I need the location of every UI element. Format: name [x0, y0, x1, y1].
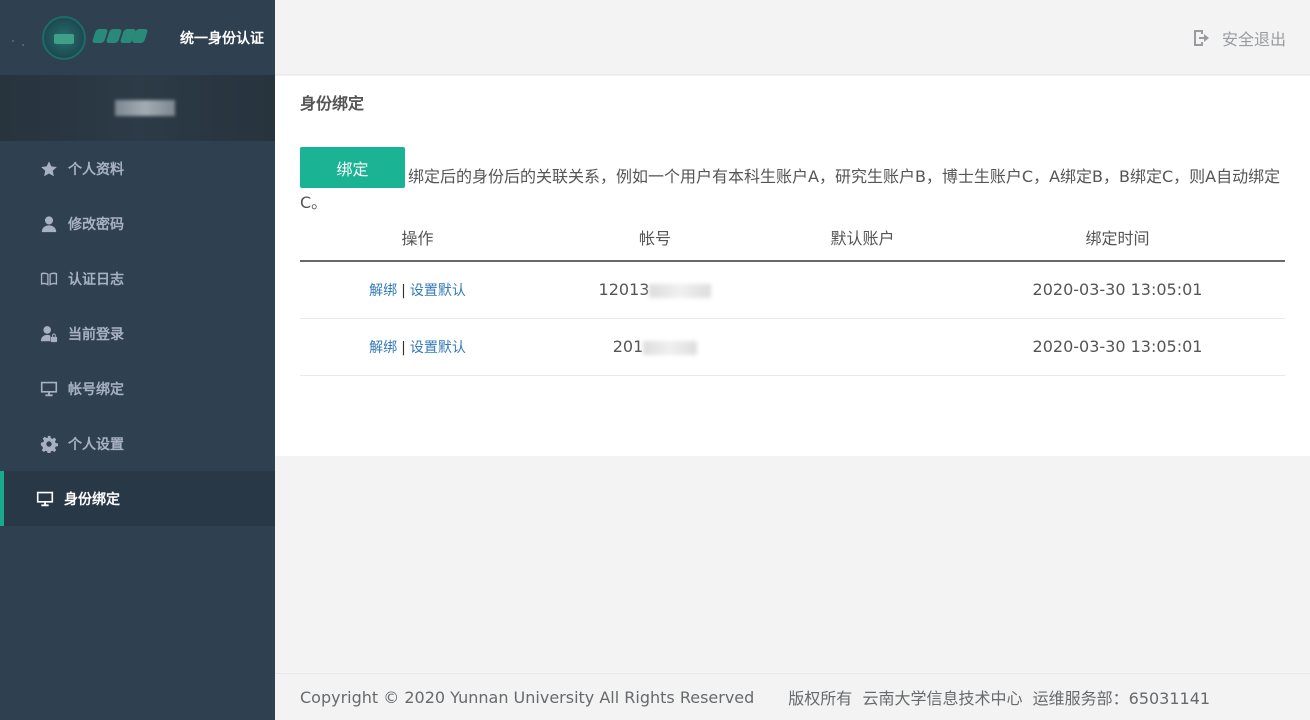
action-separator: |: [401, 339, 406, 356]
table-row: 解绑 | 设置默认 12013 2020-03-30 13:05:01: [300, 261, 1285, 319]
column-header-account: 帐号: [535, 213, 775, 262]
row-account: 12013: [535, 261, 775, 319]
table-row: 解绑 | 设置默认 201 2020-03-30 13:05:01: [300, 318, 1285, 376]
row-default-account: [775, 318, 950, 376]
university-seal-icon: [42, 15, 86, 60]
user-lock-icon: [40, 325, 58, 343]
sidebar-item-account-binding[interactable]: 帐号绑定: [0, 361, 275, 416]
sidebar-item-auth-log[interactable]: 认证日志: [0, 251, 275, 306]
footer-owner: 版权所有 云南大学信息技术中心 运维服务部：65031141: [788, 689, 1211, 708]
sidebar-nav: 个人资料 修改密码 认证日志 当前登录 帐号绑定 个人设置 身份绑定: [0, 141, 275, 526]
monitor-icon: [36, 490, 54, 508]
action-separator: |: [401, 282, 406, 299]
sidebar-item-label: 认证日志: [68, 271, 124, 288]
unbind-link[interactable]: 解绑: [369, 283, 397, 299]
sidebar-item-current-login[interactable]: 当前登录: [0, 306, 275, 361]
profile-name-redacted: [115, 100, 175, 116]
row-actions: 解绑 | 设置默认: [300, 318, 535, 376]
university-script-logo: [91, 27, 149, 49]
row-default-account: [775, 261, 950, 319]
sidebar-item-identity-binding[interactable]: 身份绑定: [0, 471, 275, 526]
column-header-bind-time: 绑定时间: [950, 213, 1285, 262]
logout-label: 安全退出: [1221, 30, 1286, 49]
account-redacted: [649, 283, 712, 298]
book-icon: [40, 270, 58, 288]
account-visible-part: 12013: [598, 280, 650, 300]
sidebar-item-personal-settings[interactable]: 个人设置: [0, 416, 275, 471]
identity-binding-panel: 身份绑定 绑定后的身份后的关联关系，例如一个用户有本科生账户A，研究生账户B，博…: [275, 76, 1310, 456]
account-visible-part: 201: [612, 337, 644, 356]
sidebar-header: 统一身份认证: [0, 0, 275, 75]
system-title: 统一身份认证: [180, 30, 264, 47]
set-default-link[interactable]: 设置默认: [410, 283, 466, 299]
bind-row: 绑定后的身份后的关联关系，例如一个用户有本科生账户A，研究生账户B，博士生账户C…: [300, 147, 1285, 217]
logout-button[interactable]: 安全退出: [1192, 26, 1286, 50]
set-default-link[interactable]: 设置默认: [410, 340, 466, 356]
row-actions: 解绑 | 设置默认: [300, 261, 535, 319]
row-bind-time: 2020-03-30 13:05:01: [950, 318, 1285, 376]
user-icon: [40, 215, 58, 233]
sidebar-item-label: 当前登录: [68, 326, 124, 343]
sidebar: 统一身份认证 个人资料 修改密码 认证日志 当前登录 帐号绑定 个人设置 身份绑…: [0, 0, 275, 720]
table-header-row: 操作 帐号 默认账户 绑定时间: [300, 213, 1285, 262]
sidebar-item-profile[interactable]: 个人资料: [0, 141, 275, 196]
account-redacted: [643, 340, 698, 355]
footer: Copyright © 2020 Yunnan University All R…: [275, 673, 1310, 720]
sidebar-item-label: 修改密码: [68, 216, 124, 233]
panel-title: 身份绑定: [300, 94, 365, 113]
row-bind-time: 2020-03-30 13:05:01: [950, 261, 1285, 319]
gear-icon: [40, 435, 58, 453]
bind-button[interactable]: 绑定: [300, 147, 405, 188]
sign-out-icon: [1193, 30, 1209, 46]
row-account: 201: [535, 318, 775, 376]
star-icon: [40, 160, 58, 178]
monitor-icon: [40, 380, 58, 398]
binding-table: 操作 帐号 默认账户 绑定时间 解绑 | 设置默认 12013 2020-03-30…: [300, 213, 1285, 376]
bind-description: 绑定后的身份后的关联关系，例如一个用户有本科生账户A，研究生账户B，博士生账户C…: [300, 167, 1281, 212]
column-header-actions: 操作: [300, 213, 535, 262]
sidebar-item-label: 身份绑定: [64, 491, 120, 508]
profile-box: [0, 75, 275, 141]
university-logo: [0, 0, 150, 75]
sidebar-item-label: 个人设置: [68, 436, 124, 453]
topbar: 安全退出: [275, 0, 1310, 75]
column-header-default-account: 默认账户: [775, 213, 950, 262]
unbind-link[interactable]: 解绑: [369, 340, 397, 356]
sidebar-item-change-password[interactable]: 修改密码: [0, 196, 275, 251]
sidebar-item-label: 帐号绑定: [68, 381, 124, 398]
footer-copyright: Copyright © 2020 Yunnan University All R…: [300, 687, 755, 707]
sidebar-item-label: 个人资料: [68, 161, 124, 178]
